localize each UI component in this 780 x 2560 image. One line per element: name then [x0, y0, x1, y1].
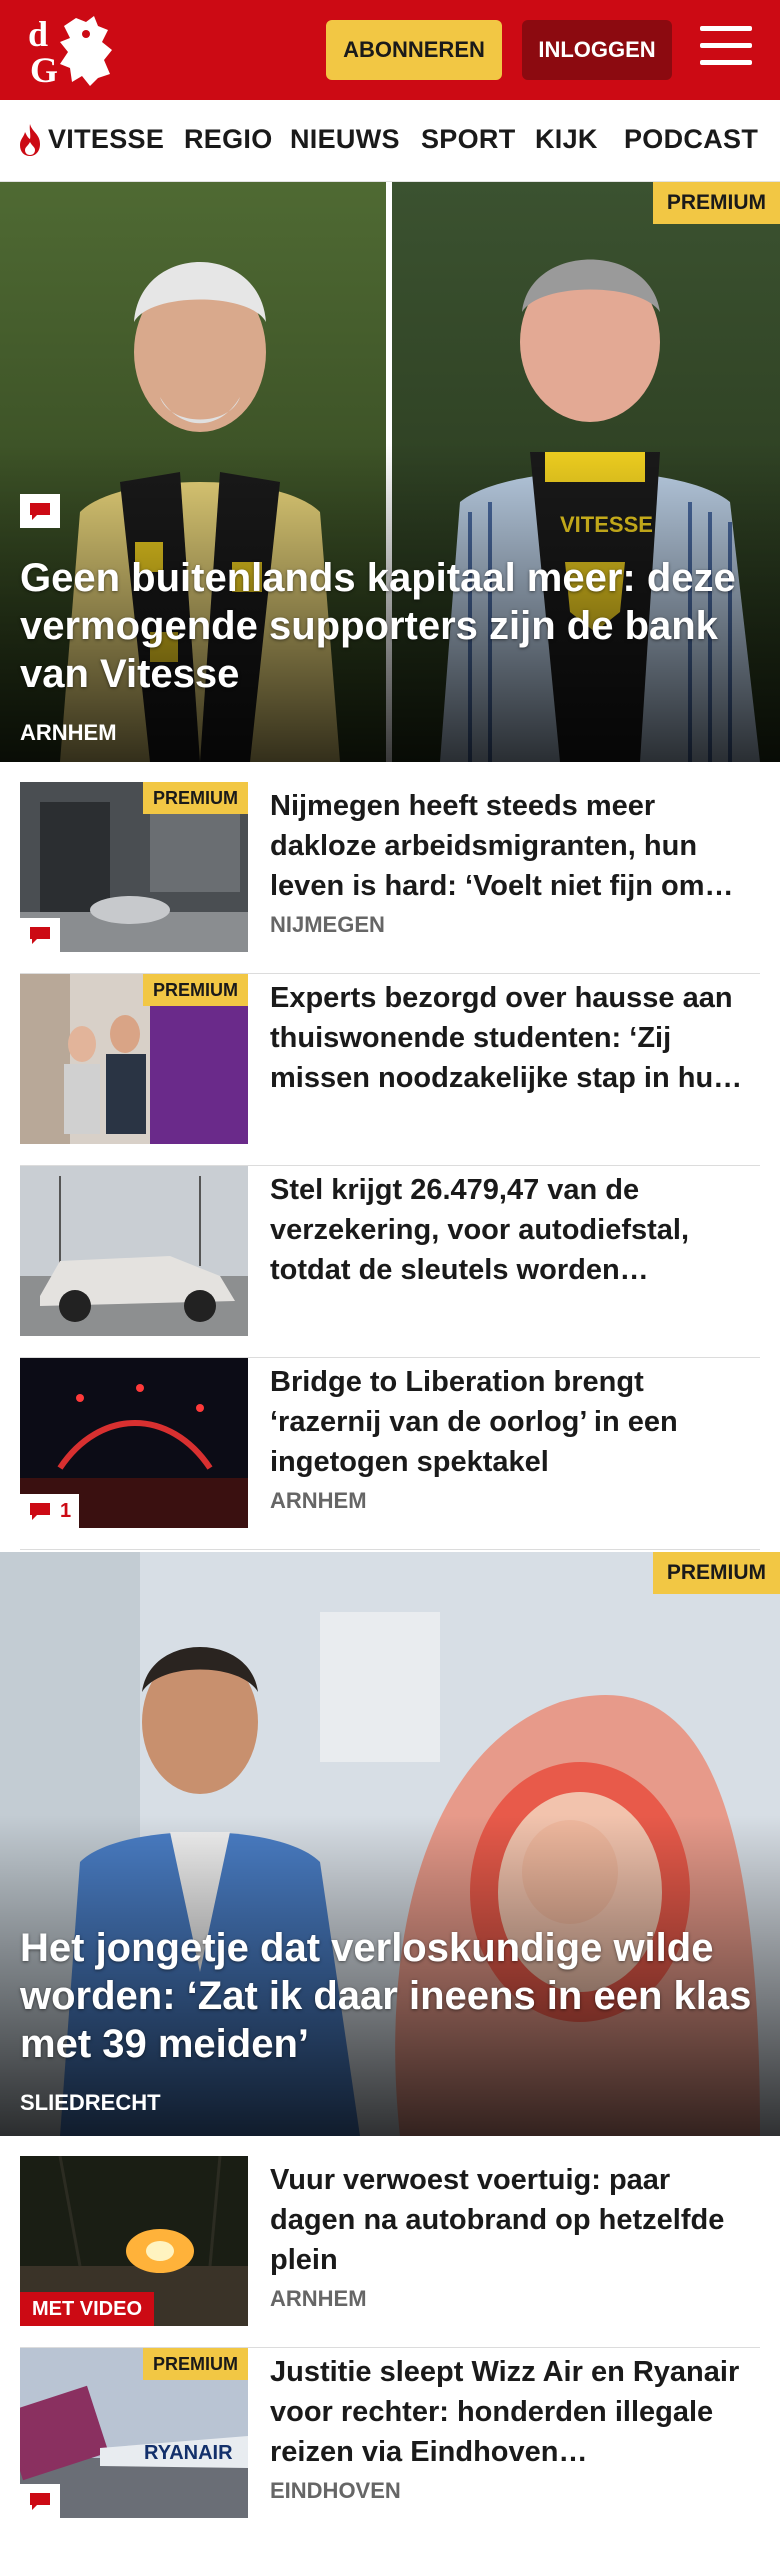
article-thumbnail: PREMIUM — [20, 782, 248, 952]
hero-category: ARNHEM — [20, 720, 117, 745]
nav-item-kijk[interactable]: KIJK — [535, 124, 598, 155]
article-title[interactable]: Nijmegen heeft steeds meer dakloze arbei… — [270, 786, 752, 906]
comment-tag: 1 — [20, 1494, 80, 1528]
comment-tag — [20, 494, 60, 528]
article-thumbnail — [20, 1166, 248, 1336]
hero-category: SLIEDRECHT — [20, 2090, 161, 2115]
nav-item-sport[interactable]: SPORT — [421, 124, 516, 155]
list-item[interactable]: 1 Bridge to Liberation brengt ‘razernij … — [20, 1358, 760, 1550]
premium-badge: PREMIUM — [652, 182, 780, 224]
svg-text:d: d — [28, 14, 48, 54]
comment-icon — [30, 1503, 50, 1520]
comment-count: 1 — [60, 1499, 72, 1522]
premium-badge: PREMIUM — [143, 2348, 248, 2380]
article-thumbnail: 1 — [20, 1358, 248, 1528]
nav-item-regio[interactable]: REGIO — [184, 124, 273, 155]
top-bar: d G ABONNEREN INLOGGEN — [0, 0, 780, 100]
hero-title[interactable]: Het jongetje dat verloskundige wilde wor… — [20, 1924, 756, 2068]
premium-badge: PREMIUM — [143, 974, 248, 1006]
hero-article-vitesse[interactable]: VITESSE PREMIUM Geen buitenlands kapitaa… — [0, 182, 780, 762]
article-category: ARNHEM — [270, 1488, 367, 1513]
article-thumbnail: RYANAIR PREMIUM — [20, 2348, 248, 2518]
comment-icon — [30, 503, 50, 520]
hero-article-verloskundige[interactable]: PREMIUM Het jongetje dat verloskundige w… — [0, 1552, 780, 2136]
article-title[interactable]: Bridge to Liberation brengt ‘razernij va… — [270, 1362, 752, 1482]
comment-tag — [20, 2484, 60, 2518]
subscribe-button[interactable]: ABONNEREN — [326, 20, 502, 80]
nav-item-podcast[interactable]: PODCAST — [624, 124, 758, 155]
list-item[interactable]: PREMIUM Nijmegen heeft steeds meer daklo… — [20, 782, 760, 974]
article-category: NIJMEGEN — [270, 912, 385, 937]
svg-text:G: G — [30, 50, 58, 88]
section-nav: VITESSE REGIO NIEUWS SPORT KIJK PODCAST — [0, 100, 780, 182]
thumbnail-text: RYANAIR — [144, 2442, 233, 2464]
comment-icon — [30, 927, 50, 944]
list-item[interactable]: RYANAIR PREMIUM Justitie sleept Wizz Air… — [20, 2348, 760, 2548]
list-item[interactable]: Stel krijgt 26.479,47 van de verzekering… — [20, 1166, 760, 1358]
comment-icon — [30, 2493, 50, 2510]
list-item[interactable]: MET VIDEO Vuur verwoest voertuig: paar d… — [20, 2156, 760, 2348]
article-title[interactable]: Stel krijgt 26.479,47 van de verzekering… — [270, 1170, 752, 1290]
article-category: EINDHOVEN — [270, 2478, 401, 2503]
flame-icon — [20, 124, 40, 156]
list-item[interactable]: PREMIUM Experts bezorgd over hausse aan … — [20, 974, 760, 1166]
article-title[interactable]: Experts bezorgd over hausse aan thuiswon… — [270, 978, 752, 1098]
hero-title[interactable]: Geen buitenlands kapitaal meer: deze ver… — [20, 554, 756, 698]
menu-icon[interactable] — [700, 26, 752, 70]
article-thumbnail: MET VIDEO — [20, 2156, 248, 2326]
dg-logo[interactable]: d G — [24, 12, 124, 88]
article-title[interactable]: Vuur verwoest voertuig: paar dagen na au… — [270, 2160, 752, 2280]
article-thumbnail: PREMIUM — [20, 974, 248, 1144]
article-title[interactable]: Justitie sleept Wizz Air en Ryanair voor… — [270, 2352, 752, 2472]
nav-item-nieuws[interactable]: NIEUWS — [290, 124, 400, 155]
login-button[interactable]: INLOGGEN — [522, 20, 672, 80]
video-badge: MET VIDEO — [20, 2292, 155, 2326]
article-category: ARNHEM — [270, 2286, 367, 2311]
premium-badge: PREMIUM — [652, 1552, 780, 1594]
comment-tag — [20, 918, 60, 952]
premium-badge: PREMIUM — [143, 782, 248, 814]
nav-item-vitesse[interactable]: VITESSE — [48, 124, 164, 155]
